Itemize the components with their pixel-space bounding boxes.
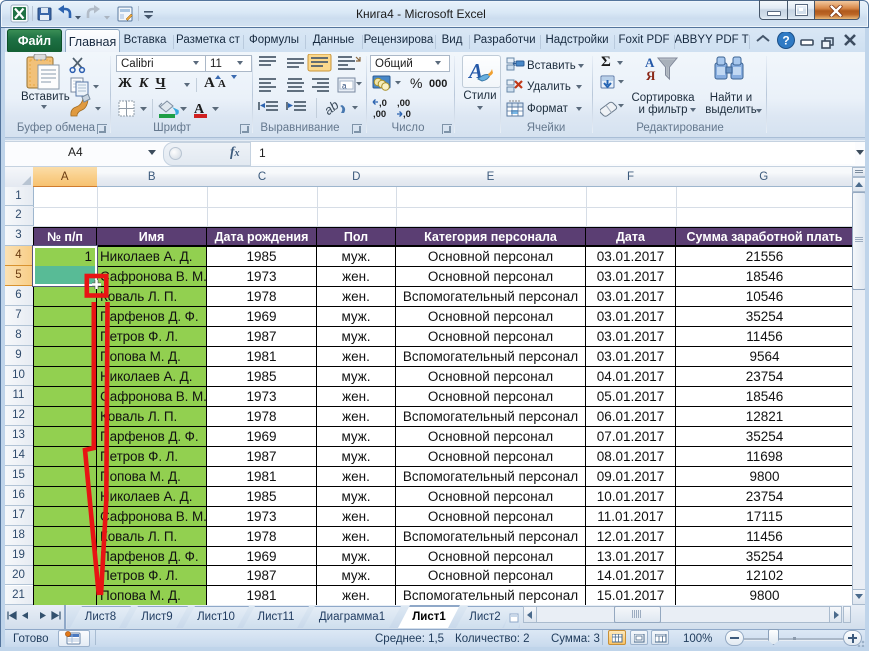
svg-text:?: ? bbox=[782, 34, 789, 48]
svg-text:,00: ,00 bbox=[373, 109, 386, 120]
svg-text:a: a bbox=[342, 82, 347, 91]
svg-text:000: 000 bbox=[429, 78, 447, 90]
svg-text:ab: ab bbox=[321, 97, 342, 118]
svg-text:%: % bbox=[410, 75, 422, 91]
svg-text:,0: ,0 bbox=[403, 109, 411, 120]
svg-text:Я: Я bbox=[646, 68, 656, 83]
svg-text:,0: ,0 bbox=[379, 98, 387, 109]
svg-text:,00: ,00 bbox=[397, 98, 410, 109]
